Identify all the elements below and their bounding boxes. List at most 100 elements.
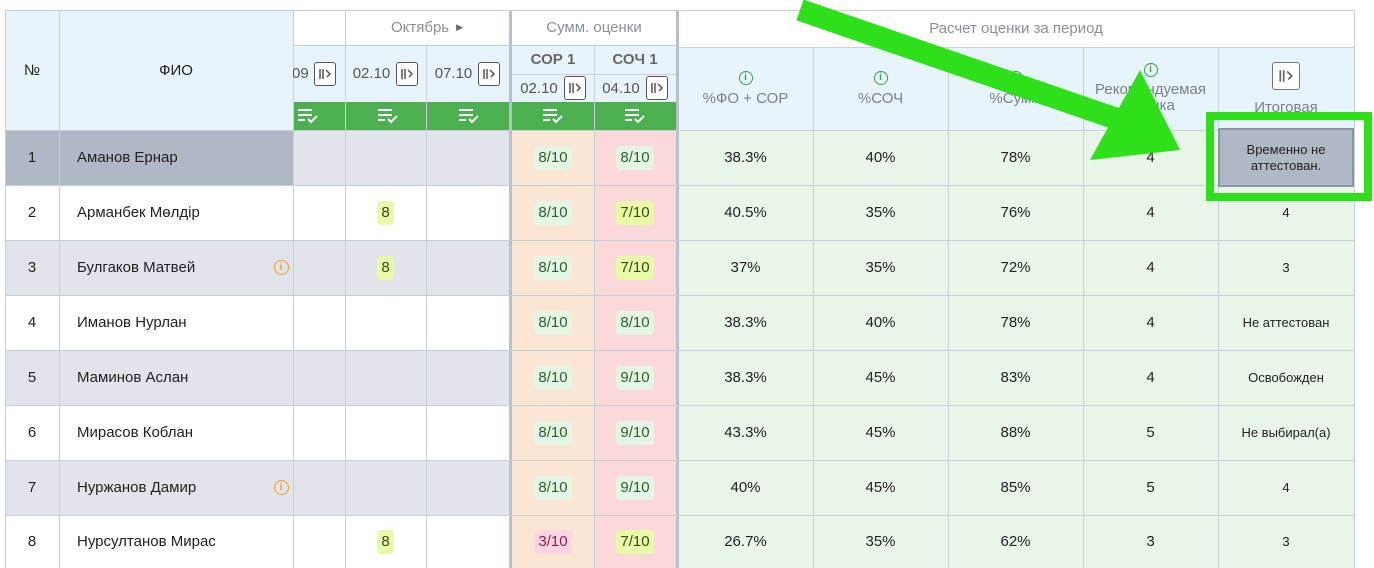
student-name[interactable]: Нурсултанов Мирас (59, 515, 293, 568)
sum-pct-value: 78% (1000, 314, 1031, 331)
checklist-icon[interactable] (373, 102, 403, 130)
col-header-soch-pct: i %СОЧ (813, 47, 948, 130)
final-grade-dropdown[interactable]: Освобожден (1218, 350, 1354, 405)
fo-sor-value: 40% (730, 479, 761, 496)
recommended-value: 5 (1146, 424, 1155, 441)
final-grade-dropdown[interactable]: Временно не аттестован. (1218, 128, 1354, 187)
info-warning-icon[interactable]: i (269, 460, 293, 515)
date-column-0210[interactable]: 02.10 (345, 45, 426, 102)
sum-pct-value: 72% (1000, 259, 1031, 276)
soch-pct-value: 40% (865, 149, 896, 166)
info-icon[interactable]: i (873, 70, 888, 85)
col-header-fio[interactable]: ФИО (59, 10, 293, 130)
final-grade-dropdown[interactable]: Не аттестован (1218, 295, 1354, 350)
checklist-icon[interactable] (454, 102, 484, 130)
student-name[interactable]: Маминов Аслан (59, 350, 293, 405)
soch-grade-cell[interactable]: 8/10 (594, 295, 676, 350)
soch-date-cell[interactable]: 04.10 (594, 74, 676, 102)
soch-grade-cell[interactable]: 7/10 (594, 240, 676, 295)
student-name[interactable]: Булгаков Матвей (59, 240, 293, 295)
edit-column-icon[interactable] (396, 61, 419, 86)
col-header-sum-pct: i %Сумм (948, 47, 1083, 130)
soch-pct-value: 45% (865, 369, 896, 386)
col-header-label: Итоговая (1254, 98, 1318, 116)
student-name[interactable]: Иманов Нурлан (59, 295, 293, 350)
soch-grade-cell[interactable]: 7/10 (594, 515, 676, 568)
row-num: 1 (27, 149, 37, 166)
soch-grade-cell[interactable]: 9/10 (594, 405, 676, 460)
sor-grade-cell[interactable]: 8/10 (512, 240, 594, 295)
edit-column-icon[interactable] (645, 76, 668, 100)
grade-badge: 7/10 (616, 200, 654, 225)
student-name[interactable]: Аманов Ернар (59, 130, 293, 185)
gradebook-table: № ФИО Октябрь ▶ Сумм. оценки Расчет оцен… (5, 10, 1355, 568)
grade-badge: 8/10 (534, 310, 572, 335)
col-header-num: № (23, 61, 41, 79)
col-header-label: %СОЧ (857, 89, 904, 107)
fo-sor-value: 43.3% (724, 424, 767, 441)
edit-column-icon[interactable] (563, 76, 586, 100)
month-header[interactable]: Октябрь ▶ (345, 10, 509, 45)
date-label: 02.10 (520, 79, 558, 97)
edit-column-icon[interactable] (313, 61, 336, 86)
soch-pct-value: 35% (865, 533, 896, 550)
final-grade-dropdown[interactable]: 3 (1218, 240, 1354, 295)
grade-badge: 8/10 (534, 420, 572, 445)
student-name[interactable]: Мирасов Коблан (59, 405, 293, 460)
date-column-partial[interactable]: 09 (293, 45, 345, 102)
sor-date-cell[interactable]: 02.10 (512, 74, 594, 102)
soch-grade-cell[interactable]: 7/10 (594, 185, 676, 240)
grade-badge: 7/10 (616, 529, 654, 554)
edit-column-icon[interactable] (1272, 61, 1300, 90)
soch-grade-cell[interactable]: 9/10 (594, 350, 676, 405)
checklist-icon[interactable] (538, 102, 568, 130)
grade-cell[interactable]: 8 (345, 185, 426, 240)
grade-badge: 7/10 (616, 255, 654, 280)
student-name[interactable]: Арманбек Мөлдір (59, 185, 293, 240)
grade-badge: 8/10 (616, 145, 654, 170)
edit-column-icon[interactable] (478, 61, 501, 86)
checklist-icon[interactable] (293, 102, 323, 130)
soch-grade-cell[interactable]: 9/10 (594, 460, 676, 515)
info-icon[interactable]: i (1143, 63, 1158, 77)
sor-grade-cell[interactable]: 8/10 (512, 130, 594, 185)
soch-pct-value: 45% (865, 424, 896, 441)
sor-header: СОР 1 (530, 51, 576, 68)
date-column-0710[interactable]: 07.10 (426, 45, 509, 102)
info-warning-icon[interactable]: i (269, 240, 293, 295)
col-header-label: %ФО + СОР (702, 89, 789, 107)
sor-grade-cell[interactable]: 8/10 (512, 295, 594, 350)
grade-badge: 3/10 (534, 529, 572, 554)
grade-cell[interactable]: 8 (345, 515, 426, 568)
sor-grade-cell[interactable]: 8/10 (512, 460, 594, 515)
fo-sor-value: 38.3% (724, 314, 767, 331)
student-name[interactable]: Нуржанов Дамир (59, 460, 293, 515)
fo-sor-value: 37% (730, 259, 761, 276)
grade-cell[interactable]: 8 (345, 240, 426, 295)
final-grade-dropdown[interactable]: 3 (1218, 515, 1354, 568)
sor-grade-cell[interactable]: 8/10 (512, 185, 594, 240)
soch-header: СОЧ 1 (612, 51, 658, 68)
final-grade-dropdown[interactable]: 4 (1218, 460, 1354, 515)
grade-badge: 8/10 (534, 475, 572, 500)
sor-grade-cell[interactable]: 3/10 (512, 515, 594, 568)
checklist-icon[interactable] (620, 102, 650, 130)
sor-grade-cell[interactable]: 8/10 (512, 350, 594, 405)
col-header-label: оценка (1126, 97, 1175, 114)
col-header-recommended: i Рекомендуемая оценка (1083, 47, 1218, 130)
soch-grade-cell[interactable]: 8/10 (594, 130, 676, 185)
sor-grade-cell[interactable]: 8/10 (512, 405, 594, 460)
sum-pct-value: 78% (1000, 149, 1031, 166)
grade-badge: 9/10 (616, 365, 654, 390)
info-icon[interactable]: i (738, 70, 753, 85)
row-num: 3 (27, 259, 37, 276)
final-grade-dropdown[interactable]: 4 (1218, 185, 1354, 240)
final-grade-dropdown[interactable]: Не выбирал(а) (1218, 405, 1354, 460)
info-icon[interactable]: i (1008, 70, 1023, 85)
col-header-label: Рекомендуемая (1095, 81, 1206, 98)
col-header-fo-sor: i %ФО + СОР (678, 47, 813, 130)
row-num: 6 (27, 424, 37, 441)
recommended-value: 4 (1146, 149, 1155, 166)
grade-badge: 8/10 (534, 145, 572, 170)
sum-pct-value: 85% (1000, 479, 1031, 496)
